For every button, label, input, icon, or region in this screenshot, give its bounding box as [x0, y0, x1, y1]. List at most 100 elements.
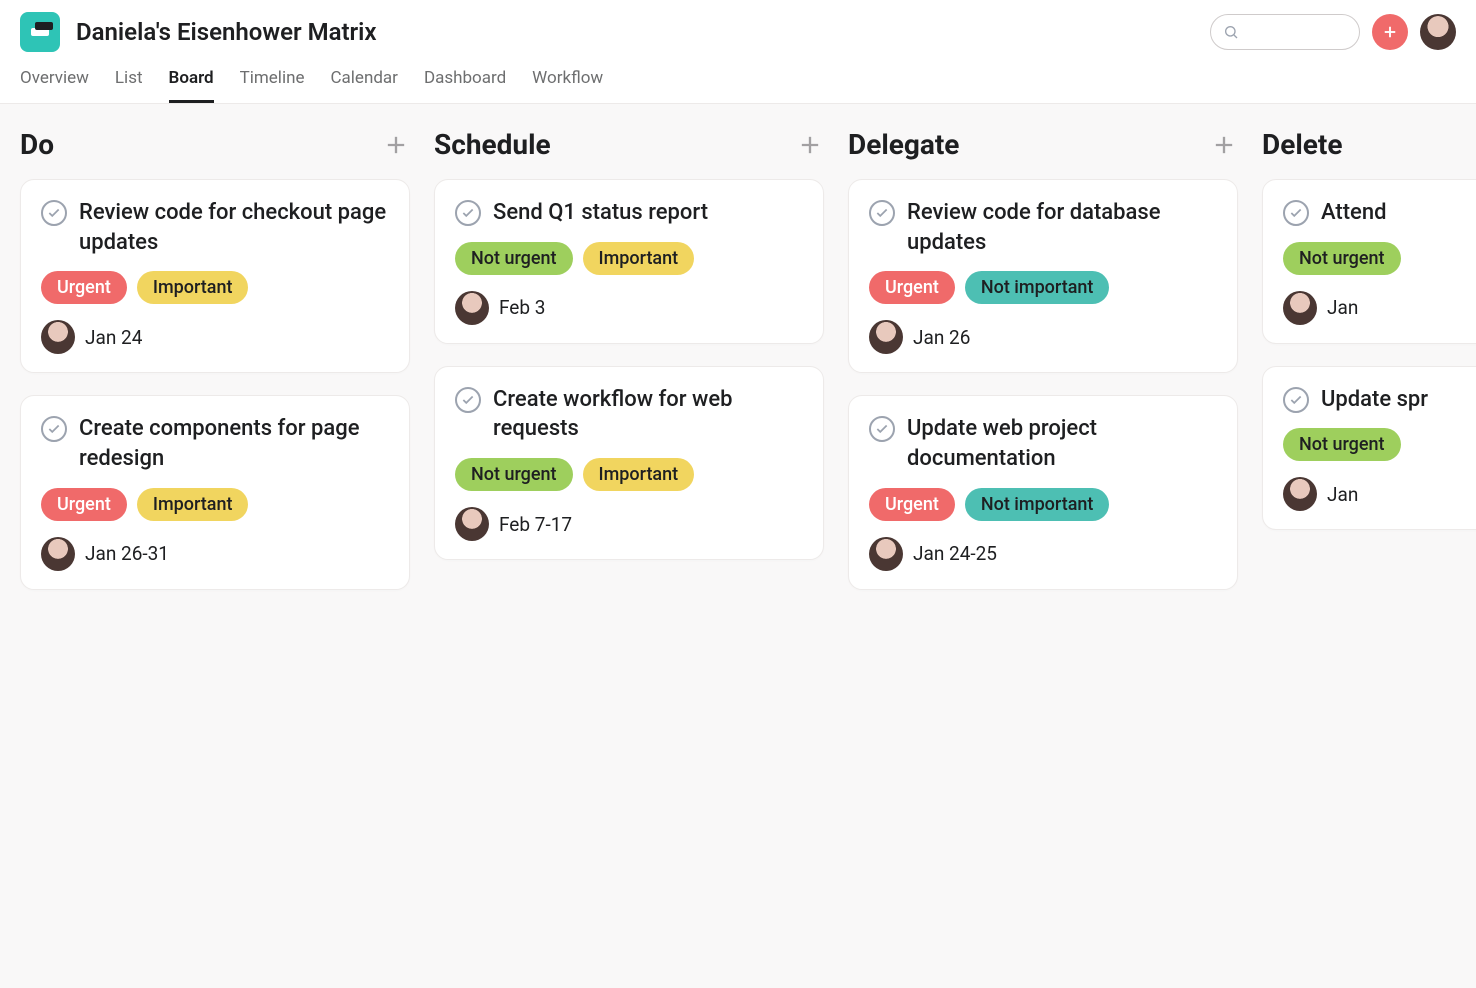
- task-card[interactable]: Create workflow for web requests Not urge…: [434, 366, 824, 560]
- card-title: Review code for database updates: [907, 198, 1217, 257]
- due-date: Jan 26-31: [85, 542, 169, 565]
- due-date: Feb 3: [499, 296, 545, 319]
- due-date: Jan 24: [85, 326, 142, 349]
- card-tags: Not urgent: [1283, 428, 1476, 461]
- column-delegate: Delegate Review code for database updates…: [848, 128, 1238, 964]
- tabs-nav: Overview List Board Timeline Calendar Dashboa…: [0, 52, 1476, 104]
- card-top: Create workflow for web requests: [455, 385, 803, 444]
- column-delete: Delete Attend Not urgent Jan Update spr Not u…: [1262, 128, 1476, 964]
- column-header: Delete: [1262, 128, 1476, 161]
- header-right: [1210, 14, 1456, 50]
- search-icon: [1223, 24, 1239, 40]
- due-date: Jan 24-25: [913, 542, 997, 565]
- card-tags: Urgent Important: [41, 271, 389, 304]
- task-card[interactable]: Review code for database updatesUrgentNo…: [848, 179, 1238, 373]
- tag-urgent: Urgent: [869, 488, 955, 521]
- card-meta: Jan: [1283, 291, 1476, 325]
- column-title: Delete: [1262, 128, 1342, 161]
- page-title: Daniela's Eisenhower Matrix: [76, 18, 377, 46]
- add-button[interactable]: [1372, 14, 1408, 50]
- tab-list[interactable]: List: [115, 68, 143, 103]
- card-meta: Jan 24-25: [869, 537, 1217, 571]
- tag-important: Important: [137, 271, 249, 304]
- column-title: Delegate: [848, 128, 959, 161]
- column-schedule: Schedule Send Q1 status report Not urgent I…: [434, 128, 824, 964]
- task-card[interactable]: Update web project documentation Urgent No…: [848, 395, 1238, 589]
- logo-icon: [31, 28, 49, 36]
- assignee-avatar[interactable]: [41, 320, 75, 354]
- header: Daniela's Eisenhower Matrix: [0, 0, 1476, 52]
- card-top: Update spr: [1283, 385, 1476, 415]
- column-add-button[interactable]: [796, 131, 824, 159]
- project-logo[interactable]: [20, 12, 60, 52]
- assignee-avatar[interactable]: [455, 291, 489, 325]
- card-title: Send Q1 status report: [493, 198, 708, 228]
- card-tags: Not urgent: [1283, 242, 1476, 275]
- user-avatar[interactable]: [1420, 14, 1456, 50]
- tab-overview[interactable]: Overview: [20, 68, 89, 103]
- column-add-button[interactable]: [382, 131, 410, 159]
- complete-checkbox[interactable]: [455, 200, 481, 226]
- card-tags: Not urgent Important: [455, 242, 803, 275]
- due-date: Jan: [1327, 483, 1358, 506]
- search-input[interactable]: [1210, 14, 1360, 50]
- card-meta: Jan 26-31: [41, 537, 389, 571]
- card-meta: Jan: [1283, 477, 1476, 511]
- assignee-avatar[interactable]: [869, 320, 903, 354]
- tag-notUrgent: Not urgent: [1283, 242, 1401, 275]
- task-card[interactable]: Send Q1 status report Not urgent Important…: [434, 179, 824, 344]
- card-top: Review code for database updates: [869, 198, 1217, 257]
- tab-dashboard[interactable]: Dashboard: [424, 68, 506, 103]
- column-add-button[interactable]: [1210, 131, 1238, 159]
- tab-workflow[interactable]: Workflow: [532, 68, 603, 103]
- tag-important: Important: [137, 488, 249, 521]
- card-top: Send Q1 status report: [455, 198, 803, 228]
- tab-calendar[interactable]: Calendar: [330, 68, 397, 103]
- tab-timeline[interactable]: Timeline: [240, 68, 305, 103]
- complete-checkbox[interactable]: [41, 200, 67, 226]
- tag-urgent: Urgent: [41, 271, 127, 304]
- card-top: Review code for checkout page updates: [41, 198, 389, 257]
- tag-notImportant: Not important: [965, 271, 1110, 304]
- tag-important: Important: [583, 458, 695, 491]
- complete-checkbox[interactable]: [41, 416, 67, 442]
- card-title: Attend: [1321, 198, 1386, 228]
- task-card[interactable]: Review code for checkout page updates Urg…: [20, 179, 410, 373]
- task-card[interactable]: Attend Not urgent Jan: [1262, 179, 1476, 344]
- card-top: Create components for page redesign: [41, 414, 389, 473]
- card-title: Create components for page redesign: [79, 414, 389, 473]
- assignee-avatar[interactable]: [455, 507, 489, 541]
- complete-checkbox[interactable]: [869, 200, 895, 226]
- card-meta: Feb 7-17: [455, 507, 803, 541]
- column-title: Schedule: [434, 128, 551, 161]
- tab-board[interactable]: Board: [169, 68, 214, 103]
- tag-notUrgent: Not urgent: [1283, 428, 1401, 461]
- complete-checkbox[interactable]: [1283, 200, 1309, 226]
- tag-urgent: Urgent: [41, 488, 127, 521]
- board: Do Review code for checkout page updates U…: [0, 104, 1476, 988]
- assignee-avatar[interactable]: [1283, 291, 1317, 325]
- due-date: Feb 7-17: [499, 513, 572, 536]
- complete-checkbox[interactable]: [1283, 387, 1309, 413]
- tag-notImportant: Not important: [965, 488, 1110, 521]
- card-title: Update web project documentation: [907, 414, 1217, 473]
- tag-notUrgent: Not urgent: [455, 242, 573, 275]
- card-title: Create workflow for web requests: [493, 385, 803, 444]
- tag-important: Important: [583, 242, 695, 275]
- complete-checkbox[interactable]: [455, 387, 481, 413]
- column-do: Do Review code for checkout page updates U…: [20, 128, 410, 964]
- due-date: Jan 26: [913, 326, 970, 349]
- tag-notUrgent: Not urgent: [455, 458, 573, 491]
- assignee-avatar[interactable]: [869, 537, 903, 571]
- assignee-avatar[interactable]: [1283, 477, 1317, 511]
- card-meta: Feb 3: [455, 291, 803, 325]
- task-card[interactable]: Update spr Not urgent Jan: [1262, 366, 1476, 531]
- card-tags: Not urgent Important: [455, 458, 803, 491]
- assignee-avatar[interactable]: [41, 537, 75, 571]
- complete-checkbox[interactable]: [869, 416, 895, 442]
- task-card[interactable]: Create components for page redesign Urgen…: [20, 395, 410, 589]
- column-header: Do: [20, 128, 410, 161]
- card-tags: Urgent Not important: [869, 488, 1217, 521]
- column-title: Do: [20, 128, 54, 161]
- plus-icon: [1381, 23, 1399, 41]
